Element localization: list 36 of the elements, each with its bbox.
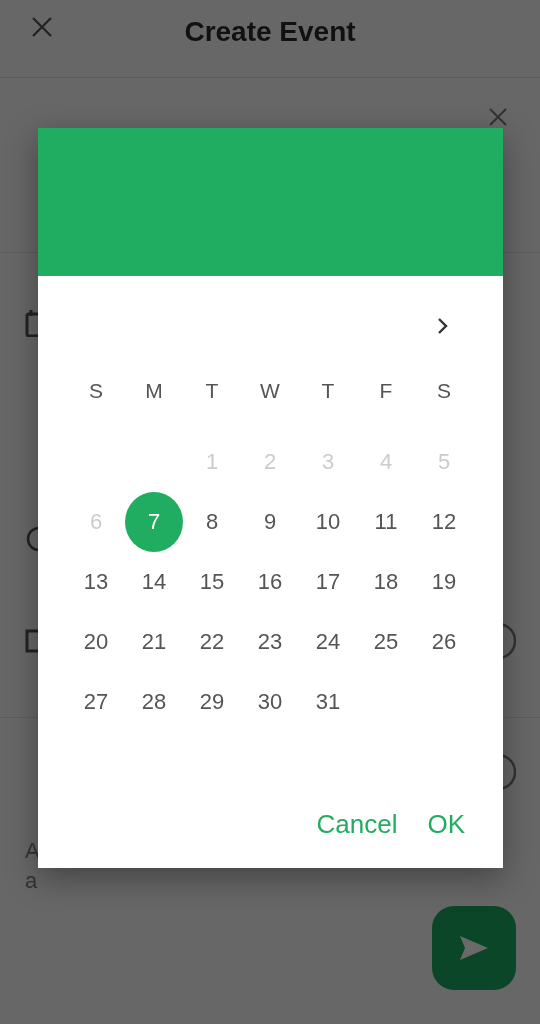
calendar-day[interactable]: 30 xyxy=(241,672,299,732)
calendar-day[interactable]: 18 xyxy=(357,552,415,612)
screen-title: Create Event xyxy=(184,15,356,48)
send-icon xyxy=(460,936,488,960)
calendar-day[interactable]: 26 xyxy=(415,612,473,672)
calendar-day[interactable]: 8 xyxy=(183,492,241,552)
calendar-day[interactable]: 27 xyxy=(67,672,125,732)
weekday-label: M xyxy=(144,378,164,404)
weekday-label: T xyxy=(320,378,336,404)
weekday-label: T xyxy=(204,378,220,404)
calendar-day[interactable]: 17 xyxy=(299,552,357,612)
calendar-day[interactable]: 28 xyxy=(125,672,183,732)
weekday-label: F xyxy=(378,378,394,404)
close-icon[interactable] xyxy=(31,16,53,38)
calendar-day[interactable]: 24 xyxy=(299,612,357,672)
calendar-day[interactable]: 11 xyxy=(357,492,415,552)
calendar-day[interactable]: 21 xyxy=(125,612,183,672)
next-month-icon[interactable] xyxy=(437,317,449,335)
calendar-day[interactable]: 20 xyxy=(67,612,125,672)
calendar-day[interactable]: 22 xyxy=(183,612,241,672)
calendar-day[interactable]: 15 xyxy=(183,552,241,612)
calendar-day[interactable]: 16 xyxy=(241,552,299,612)
weekday-label: W xyxy=(259,378,281,404)
calendar-day[interactable]: 13 xyxy=(67,552,125,612)
calendar-day[interactable]: 12 xyxy=(415,492,473,552)
calendar-day[interactable]: 23 xyxy=(241,612,299,672)
calendar-day[interactable]: 14 xyxy=(125,552,183,612)
calendar-day[interactable]: 9 xyxy=(241,492,299,552)
calendar-day[interactable]: 19 xyxy=(415,552,473,612)
calendar-day[interactable]: 29 xyxy=(183,672,241,732)
calendar-day[interactable]: 31 xyxy=(299,672,357,732)
calendar-day[interactable]: 25 xyxy=(357,612,415,672)
calendar-day[interactable]: 10 xyxy=(299,492,357,552)
weekday-label: S xyxy=(88,378,104,404)
weekday-label: S xyxy=(436,378,452,404)
checkbox-icon xyxy=(25,629,39,653)
